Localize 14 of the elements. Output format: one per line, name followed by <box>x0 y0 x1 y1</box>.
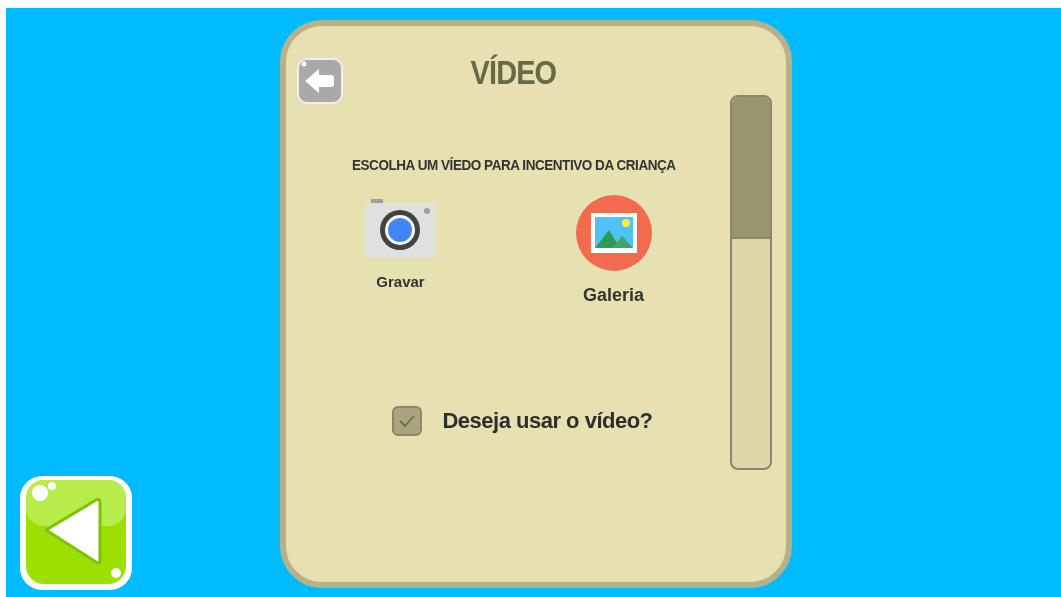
back-button[interactable] <box>18 474 134 592</box>
gallery-icon[interactable] <box>575 195 652 271</box>
checkbox-label[interactable]: Deseja usar o vídeo? <box>442 408 653 434</box>
prompt-text: ESCOLHA UM VÍEDO PARA INCENTIVO DA CRIANÇA <box>351 156 676 173</box>
option-label[interactable]: Gravar <box>376 273 425 290</box>
scrollbar-thumb[interactable] <box>732 97 770 239</box>
option-label[interactable]: Galeria <box>582 285 644 306</box>
checkbox[interactable] <box>392 406 423 436</box>
triangle-left-icon <box>18 474 134 592</box>
scrollbar[interactable] <box>730 95 772 470</box>
arrow-left-icon <box>297 58 343 104</box>
camera-icon[interactable] <box>365 199 436 257</box>
dialog-title: VÍDEO <box>470 52 557 92</box>
back-button[interactable] <box>297 58 343 104</box>
